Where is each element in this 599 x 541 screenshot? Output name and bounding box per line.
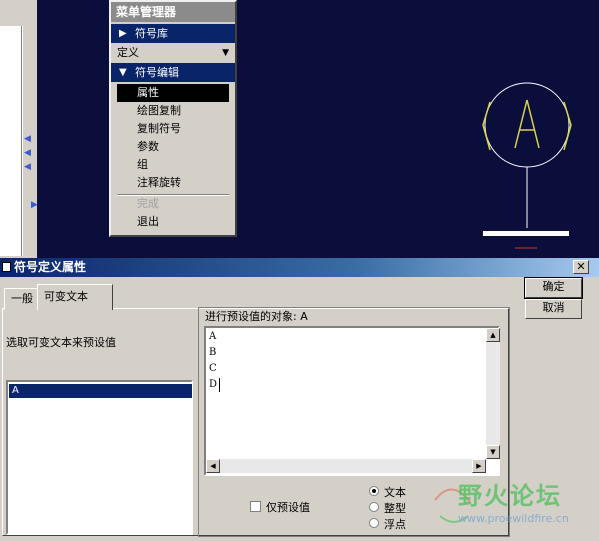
triangle-right-icon: ▶ <box>119 28 127 39</box>
vertical-scrollbar[interactable]: ▲ ▼ <box>486 328 500 459</box>
menu-symbol-edit-label: 符号编辑 <box>135 66 179 79</box>
menu-item-group[interactable]: 组 <box>117 156 229 174</box>
radio-integer[interactable] <box>369 502 379 512</box>
radio-text-label: 文本 <box>384 486 406 499</box>
menu-item-draw-copy[interactable]: 绘图复制 <box>117 102 229 120</box>
scroll-down-icon[interactable]: ▼ <box>486 445 500 459</box>
close-icon: ✕ <box>576 260 586 273</box>
cancel-button[interactable]: 取消 <box>525 299 582 319</box>
preset-only-label: 仅预设值 <box>266 501 310 514</box>
menu-item-quit[interactable]: 退出 <box>117 213 229 231</box>
select-variable-label: 选取可变文本来预设值 <box>6 336 116 349</box>
menu-item-parameters[interactable]: 参数 <box>117 138 229 156</box>
list-item[interactable]: A <box>9 384 192 398</box>
menu-item-done: 完成 <box>137 197 159 210</box>
triangle-down-icon: ▼ <box>119 67 127 78</box>
menu-manager: 菜单管理器 ▶ 符号库 定义 ▼ ▼ 符号编辑 属性 绘图复制 复制符号 参数 … <box>109 0 237 237</box>
menu-symbol-library-label: 符号库 <box>135 27 168 40</box>
menu-item-properties[interactable]: 属性 <box>117 84 229 102</box>
text-cursor <box>219 378 220 392</box>
textarea-line: A <box>209 331 217 342</box>
scroll-up-icon[interactable]: ▲ <box>486 328 500 342</box>
menu-item-note-rotate[interactable]: 注释旋转 <box>117 174 229 192</box>
dialog-app-icon <box>2 262 11 272</box>
radio-text[interactable] <box>369 486 379 496</box>
site-watermark: 野火论坛 www.proewildfire.cn <box>430 476 599 538</box>
symbol-circle <box>484 82 570 168</box>
panel-splitter[interactable]: ◀ ◀ ◀ <box>22 26 34 256</box>
preset-target-label: 进行预设值的对象: A <box>205 310 308 323</box>
watermark-title: 野火论坛 <box>458 482 562 510</box>
close-button[interactable]: ✕ <box>573 260 589 274</box>
variable-text-list[interactable]: A <box>6 380 193 535</box>
symbol-letter-a <box>514 99 540 149</box>
chevron-left-icon[interactable]: ◀ <box>24 148 31 158</box>
textarea-line: D <box>209 379 218 390</box>
menu-symbol-library[interactable]: ▶ 符号库 <box>111 24 235 43</box>
ok-button[interactable]: 确定 <box>525 278 582 298</box>
tab-variable-text[interactable]: 可变文本 <box>37 284 113 310</box>
textarea-line: C <box>209 363 217 374</box>
dialog-titlebar[interactable]: 符号定义属性 <box>0 258 599 277</box>
chevron-left-icon[interactable]: ◀ <box>24 134 31 144</box>
menu-define-label: 定义 <box>117 46 139 59</box>
preset-only-checkbox[interactable] <box>250 501 261 512</box>
preset-values-textarea[interactable]: A B C D ▲ ▼ ◀ ▶ <box>204 326 500 476</box>
symbol-definition-dialog: 符号定义属性 ✕ 一般 可变文本 确定 取消 选取可变文本来预设值 A 进行预设… <box>0 258 599 540</box>
menu-symbol-edit[interactable]: ▼ 符号编辑 <box>111 63 235 82</box>
radio-integer-label: 整型 <box>384 502 406 515</box>
textarea-line: B <box>209 347 217 358</box>
symbol-base <box>483 231 569 236</box>
radio-float-label: 浮点 <box>384 518 406 531</box>
model-tree-panel[interactable] <box>0 26 22 256</box>
scroll-right-icon[interactable]: ▶ <box>472 459 486 473</box>
watermark-url: www.proewildfire.cn <box>458 512 569 525</box>
menu-define[interactable]: 定义 ▼ <box>111 44 235 62</box>
radio-float[interactable] <box>369 518 379 528</box>
menu-title: 菜单管理器 <box>111 2 235 22</box>
horizontal-scrollbar[interactable]: ◀ ▶ <box>206 459 486 473</box>
chevron-left-icon[interactable]: ◀ <box>24 162 31 172</box>
scroll-left-icon[interactable]: ◀ <box>206 459 220 473</box>
menu-item-copy-symbol[interactable]: 复制符号 <box>117 120 229 138</box>
triangle-down-icon: ▼ <box>222 48 229 58</box>
dialog-title: 符号定义属性 <box>14 260 87 274</box>
